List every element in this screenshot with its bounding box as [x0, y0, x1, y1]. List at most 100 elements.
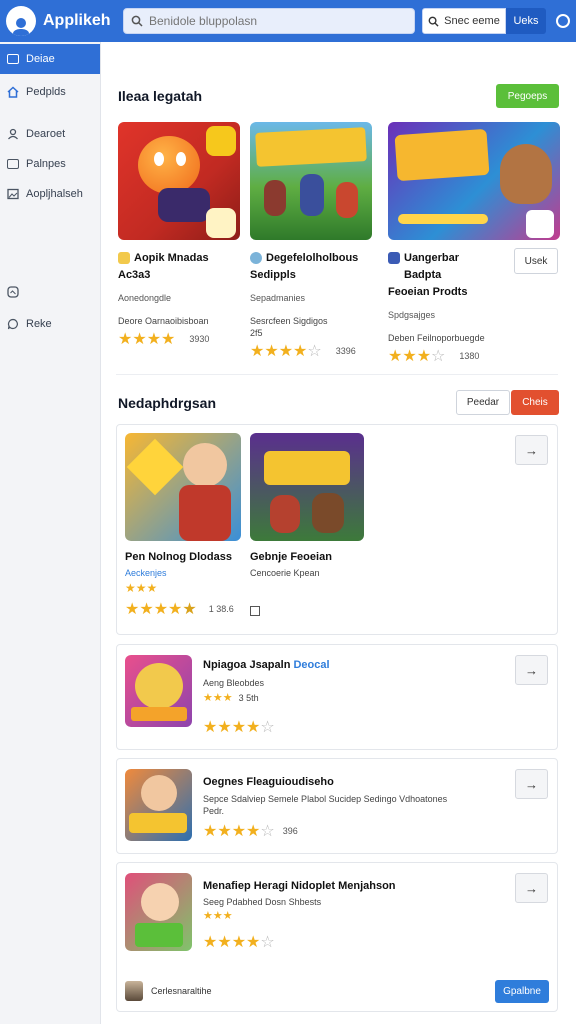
checkbox[interactable] — [250, 606, 260, 616]
rating-count: 1380 — [459, 351, 480, 361]
group-card-title: Pen Nolnog Dlodass — [125, 551, 232, 563]
search-input[interactable] — [149, 14, 399, 28]
search-button[interactable]: Snec eeme — [422, 8, 506, 34]
app-mini-icon — [250, 252, 262, 264]
app-thumbnail[interactable] — [125, 433, 241, 541]
card-code: Sedippls — [250, 269, 296, 281]
top-bar: Applikeh Snec eeme Ueks — [0, 0, 576, 42]
search-bar[interactable] — [123, 8, 415, 34]
header-action-button[interactable]: Ueks — [506, 8, 546, 34]
sidebar-item-pedplds[interactable]: Pedplds — [0, 77, 100, 107]
list-item[interactable]: Oegnes Fleaguioudiseho Sepce Sdalviep Se… — [116, 758, 558, 854]
app-thumbnail[interactable] — [125, 769, 192, 841]
list-item-subtitle: Seeg Pdabhed Dosn Shbests — [203, 897, 322, 907]
app-thumbnail[interactable] — [125, 873, 192, 951]
card-description: Sesrcfeen Sigdigos — [250, 316, 328, 326]
hot-button[interactable]: Cheis — [511, 390, 559, 415]
list-item-title: Npiagoa Jsapaln Deocal — [203, 659, 330, 671]
card-category: Spdgsajges — [388, 310, 436, 320]
open-arrow-button[interactable]: → — [515, 655, 548, 685]
rating-stars: ★★★☆ — [388, 348, 446, 365]
featured-card[interactable]: Uangerbar Badpta Feoeian Prodts Spdgsajg… — [388, 122, 560, 366]
avatar[interactable] — [125, 981, 143, 1001]
rating-count: 3930 — [189, 334, 210, 344]
recommended-group-panel: Pen Nolnog Dlodass Aeckenjes ★★★ ★★★★★ 1… — [116, 424, 558, 635]
app-mini-icon — [388, 252, 400, 264]
app-thumbnail[interactable] — [250, 122, 372, 240]
rating-stars-small: ★★★ — [203, 910, 233, 922]
group-card-subtitle: Aeckenjes — [125, 568, 167, 578]
rating-stars: ★★★★☆ — [250, 343, 322, 360]
app-thumbnail[interactable] — [250, 433, 364, 541]
sidebar-item-label: Reke — [26, 318, 52, 330]
sidebar-item-palnpes[interactable]: Palnpes — [0, 149, 100, 179]
sort-button[interactable]: Peedar — [456, 390, 510, 415]
home-icon — [7, 86, 19, 98]
card-description: Deore Oarnaoibisboan — [118, 316, 209, 326]
card-code: Ac3a3 — [118, 269, 151, 281]
list-item-title: Oegnes Fleaguioudiseho — [203, 776, 334, 788]
app-thumbnail[interactable] — [118, 122, 240, 240]
group-card-title: Gebnje Feoeian — [250, 551, 332, 563]
rating-stars: ★★★★★ — [125, 601, 197, 618]
rating-stars: ★★★★ — [118, 331, 176, 348]
user-icon — [8, 128, 18, 140]
app-logo[interactable] — [6, 6, 36, 36]
open-arrow-button[interactable]: → — [515, 769, 548, 799]
sidebar-item-label: Aopljhalseh — [26, 188, 83, 200]
card-code: Feoeian Prodts — [388, 286, 468, 298]
featured-view-button[interactable]: Usek — [514, 248, 558, 274]
list-item[interactable]: Menafiep Heragi Nidoplet Menjahson Seeg … — [116, 862, 558, 1012]
search-icon — [131, 15, 143, 27]
footer-username: Cerlesnaraltihe — [151, 986, 212, 996]
sidebar-item-dearoet[interactable]: Dearoet — [0, 119, 100, 149]
sidebar: Deiae Pedplds Dearoet Palnpes Aopljhalse… — [0, 42, 101, 1024]
grid-icon — [7, 159, 19, 169]
sidebar-item-label: Palnpes — [26, 158, 66, 170]
open-arrow-button[interactable]: → — [515, 873, 548, 903]
app-thumbnail[interactable] — [388, 122, 560, 240]
rating-stars: ★★★★☆ — [203, 823, 275, 840]
sidebar-item-aopljhalseh[interactable]: Aopljhalseh — [0, 179, 100, 209]
recommended-section-title: Nedaphdrgsan — [118, 395, 217, 411]
sidebar-item-reke[interactable]: Reke — [0, 309, 100, 339]
featured-action-button[interactable]: Pegoeps — [496, 84, 559, 108]
featured-card[interactable]: Degefelolholbous Sedippls Sepadmanies Se… — [250, 122, 372, 361]
featured-section-title: Ileaa legatah — [118, 88, 203, 104]
footer-action-button[interactable]: Gpalbne — [495, 980, 549, 1003]
sidebar-item-settings[interactable] — [0, 277, 100, 307]
list-item-tag: Deocal — [293, 659, 330, 671]
list-icon — [7, 54, 19, 64]
card-title: Degefelolholbous — [266, 252, 359, 264]
sidebar-item-label: Pedplds — [26, 86, 66, 98]
sidebar-item-deiae[interactable]: Deiae — [0, 44, 100, 74]
image-icon — [7, 188, 19, 200]
search-icon — [428, 16, 439, 27]
rating-count: 3396 — [335, 346, 356, 356]
card-title: Aopik Mnadas — [134, 252, 209, 264]
rating-stars: ★★★★☆ — [203, 934, 275, 951]
rating-count: 1 38.6 — [208, 604, 234, 614]
rating-stars-small: ★★★ — [125, 581, 158, 595]
card-category: Aonedongdle — [118, 293, 172, 303]
settings-icon — [7, 286, 19, 298]
sidebar-item-label: Deiae — [26, 53, 55, 65]
featured-card[interactable]: Aopik Mnadas Ac3a3 Aonedongdle Deore Oar… — [118, 122, 240, 349]
rating-stars: ★★★★☆ — [203, 719, 275, 736]
list-item[interactable]: Npiagoa Jsapaln Deocal Aeng Bleobdes ★★★… — [116, 644, 558, 750]
search-button-label: Snec eeme — [444, 15, 500, 27]
open-arrow-button[interactable]: → — [515, 435, 548, 465]
card-description-extra: 2f5 — [250, 328, 263, 338]
sidebar-item-label: Dearoet — [26, 128, 66, 140]
app-mini-icon — [118, 252, 130, 264]
card-description: Deben Feilnoporbuegde — [388, 333, 485, 343]
list-item-subtitle: Sepce Sdalviep Semele Plabol Sucidep Sed… — [203, 794, 448, 804]
app-title: Applikeh — [43, 12, 111, 29]
chat-icon — [7, 318, 18, 330]
main-content: Ileaa legatah Pegoeps Aopik Mnadas Ac3a3… — [101, 42, 576, 1024]
rating-stars-small: ★★★ — [203, 692, 233, 704]
list-item-meta: Pedr. — [203, 806, 225, 816]
card-category: Sepadmanies — [250, 293, 306, 303]
app-thumbnail[interactable] — [125, 655, 192, 727]
account-icon[interactable] — [556, 14, 570, 28]
